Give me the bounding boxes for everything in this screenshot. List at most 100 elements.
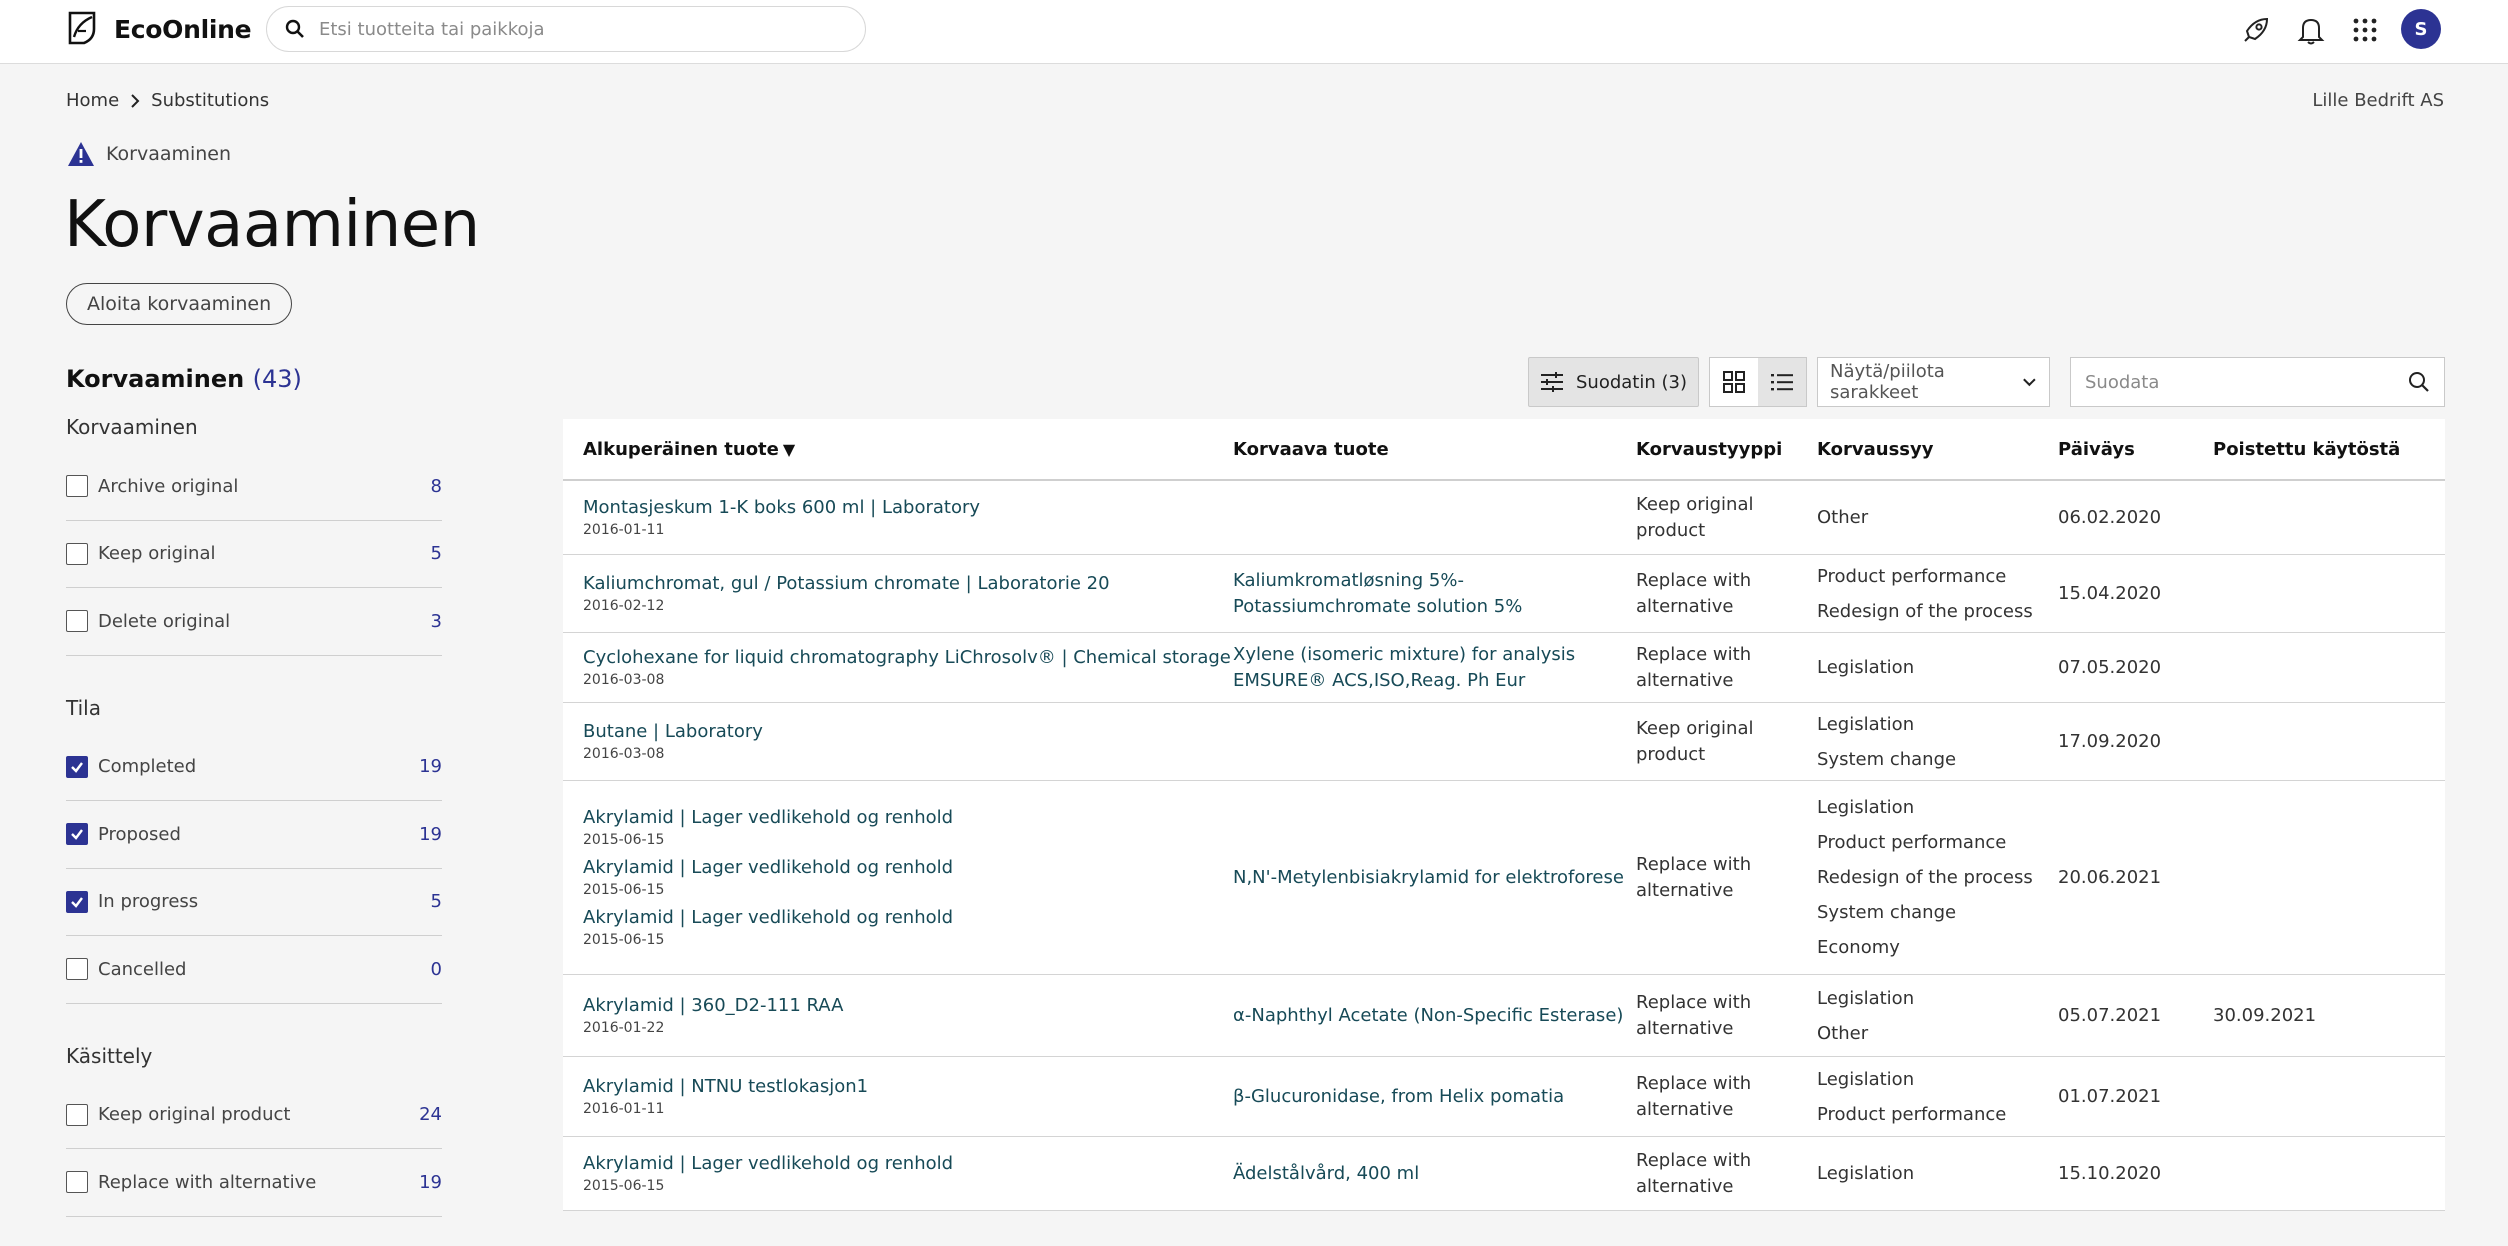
cell-removed — [2213, 1137, 2445, 1210]
grid-view-button[interactable] — [1710, 358, 1758, 406]
substitution-type: Replace with alternative — [1636, 1072, 1752, 1120]
original-product-date: 2015-06-15 — [583, 831, 665, 848]
logo[interactable]: EcoOnline — [64, 9, 252, 49]
table-row[interactable]: Akrylamid | 360_D2-111 RAA 2016-01-22 α-Na… — [563, 975, 2445, 1057]
filter-button[interactable]: Suodatin (3) — [1528, 357, 1699, 407]
checkbox[interactable] — [66, 610, 88, 633]
facet-group-title: Tila — [66, 695, 101, 720]
reason-item: Product performance — [1817, 832, 2007, 853]
checkbox[interactable] — [66, 542, 88, 565]
cell-date: 20.06.2021 — [2058, 781, 2213, 974]
facet-option[interactable]: Archive original 8 — [66, 453, 442, 521]
breadcrumb-current[interactable]: Substitutions — [151, 90, 269, 111]
facet-option[interactable]: Cancelled 0 — [66, 936, 442, 1004]
facet-option[interactable]: In progress 5 — [66, 869, 442, 936]
global-search[interactable] — [266, 6, 866, 52]
search-icon[interactable] — [2408, 371, 2430, 393]
original-product-link[interactable]: Akrylamid | Lager vedlikehold og renhold — [583, 906, 1233, 930]
substitute-product-link[interactable]: Kaliumkromatløsning 5%- Potassiumchromat… — [1233, 568, 1636, 620]
cell-substitute: β-Glucuronidase, from Helix pomatia — [1233, 1057, 1636, 1136]
original-product-link[interactable]: Akrylamid | NTNU testlokasjon1 — [583, 1075, 1233, 1099]
table-row[interactable]: Kaliumchromat, gul / Potassium chromate … — [563, 555, 2445, 633]
column-header-original[interactable]: Alkuperäinen tuote ▼ — [563, 439, 1233, 460]
facet-option[interactable]: Keep original 5 — [66, 521, 442, 588]
cell-removed — [2213, 555, 2445, 632]
checkbox[interactable] — [66, 755, 88, 778]
substitute-product-link[interactable]: Ädelstålvård, 400 ml — [1233, 1161, 1636, 1187]
original-product-link[interactable]: Butane | Laboratory — [583, 720, 1233, 744]
breadcrumb-home[interactable]: Home — [66, 90, 119, 111]
facet-option[interactable]: Keep original product 24 — [66, 1082, 442, 1149]
start-substitution-button[interactable]: Aloita korvaaminen — [66, 283, 293, 325]
substitute-product-link[interactable]: Xylene (isomeric mixture) for analysis E… — [1233, 642, 1636, 694]
substitute-product-link[interactable]: β-Glucuronidase, from Helix pomatia — [1233, 1084, 1636, 1110]
reason-item: Legislation — [1817, 1163, 1915, 1184]
global-search-input[interactable] — [319, 18, 839, 40]
reason-item: Product performance — [1817, 1103, 2007, 1125]
original-product-link[interactable]: Montasjeskum 1-K boks 600 ml | Laborator… — [583, 496, 1233, 520]
substitution-type: Replace with alternative — [1636, 853, 1752, 901]
cell-reason: Legislation — [1817, 1137, 2058, 1210]
substitution-date: 15.04.2020 — [2058, 582, 2162, 604]
cell-type: Keep original product — [1636, 481, 1817, 554]
user-avatar[interactable]: S — [2401, 9, 2441, 49]
cell-reason: Other — [1817, 481, 2058, 554]
cell-reason: Legislation — [1817, 633, 2058, 702]
facet-group-title: Käsittely — [66, 1043, 153, 1068]
checkbox[interactable] — [66, 1171, 88, 1194]
column-header-reason[interactable]: Korvaussyy — [1817, 439, 2058, 460]
column-header-removed[interactable]: Poistettu käytöstä — [2213, 439, 2445, 460]
substitution-type: Replace with alternative — [1636, 569, 1752, 617]
table-row[interactable]: Butane | Laboratory 2016-03-08 Keep origin… — [563, 703, 2445, 781]
cell-removed — [2213, 633, 2445, 702]
checkbox[interactable] — [66, 475, 88, 498]
chevron-down-icon — [2023, 378, 2036, 387]
cell-original: Akrylamid | Lager vedlikehold og renhold… — [563, 1137, 1233, 1210]
breadcrumb: Home Substitutions — [66, 90, 269, 111]
cell-removed — [2213, 703, 2445, 780]
columns-select[interactable]: Näytä/piilota sarakkeet — [1817, 357, 2050, 407]
facet-option-label-wrap: Keep original — [66, 542, 215, 565]
substitute-product-link[interactable]: α-Naphthyl Acetate (Non-Specific Esteras… — [1233, 1003, 1636, 1029]
original-product-link[interactable]: Akrylamid | Lager vedlikehold og renhold — [583, 806, 1233, 830]
cell-reason: Legislation Product performance Redesign o… — [1817, 781, 2058, 974]
table-filter[interactable] — [2070, 357, 2445, 407]
column-header-substitute[interactable]: Korvaava tuote — [1233, 439, 1636, 460]
facet-option[interactable]: Delete original 3 — [66, 588, 442, 656]
checkbox[interactable] — [66, 1103, 88, 1126]
substitute-product-link[interactable]: N,N'-Metylenbisiakrylamid for elektrofor… — [1233, 865, 1636, 891]
reason-item: Other — [1817, 507, 1869, 528]
substitution-type: Replace with alternative — [1636, 991, 1752, 1039]
bell-icon[interactable] — [2293, 12, 2329, 48]
facet-option-label: Completed — [98, 756, 197, 778]
table-row[interactable]: Akrylamid | Lager vedlikehold og renhold… — [563, 781, 2445, 975]
facet-option[interactable]: Completed 19 — [66, 734, 442, 801]
column-header-type[interactable]: Korvaustyyppi — [1636, 439, 1817, 460]
original-product-link[interactable]: Kaliumchromat, gul / Potassium chromate … — [583, 572, 1233, 596]
checkbox[interactable] — [66, 890, 88, 913]
original-product-link[interactable]: Akrylamid | Lager vedlikehold og renhold — [583, 1152, 1233, 1176]
checkbox[interactable] — [66, 958, 88, 981]
cell-substitute: N,N'-Metylenbisiakrylamid for elektrofor… — [1233, 781, 1636, 974]
original-product-link[interactable]: Cyclohexane for liquid chromatography Li… — [583, 646, 1233, 670]
section-label-text: Korvaaminen — [106, 143, 232, 165]
list-view-button[interactable] — [1758, 358, 1806, 406]
table-filter-input[interactable] — [2085, 371, 2385, 393]
page-title: Korvaaminen — [64, 188, 480, 262]
rocket-icon[interactable] — [2238, 12, 2274, 48]
apps-grid-icon[interactable] — [2347, 12, 2383, 48]
original-product-link[interactable]: Akrylamid | 360_D2-111 RAA — [583, 994, 1233, 1018]
original-product-link[interactable]: Akrylamid | Lager vedlikehold og renhold — [583, 856, 1233, 880]
cell-original: Akrylamid | Lager vedlikehold og renhold… — [563, 781, 1233, 974]
table-row[interactable]: Montasjeskum 1-K boks 600 ml | Laborator… — [563, 481, 2445, 555]
facet-option[interactable]: Proposed 19 — [66, 801, 442, 869]
checkbox[interactable] — [66, 823, 88, 846]
table-row[interactable]: Akrylamid | NTNU testlokasjon1 2016-01-11… — [563, 1057, 2445, 1137]
facet-option[interactable]: Replace with alternative 19 — [66, 1149, 442, 1217]
table-row[interactable]: Cyclohexane for liquid chromatography Li… — [563, 633, 2445, 703]
cell-original: Akrylamid | 360_D2-111 RAA 2016-01-22 — [563, 975, 1233, 1056]
table-row[interactable]: Akrylamid | Lager vedlikehold og renhold… — [563, 1137, 2445, 1211]
original-product-date: 2016-01-22 — [583, 1019, 665, 1036]
cell-date: 07.05.2020 — [2058, 633, 2213, 702]
column-header-date[interactable]: Päiväys — [2058, 439, 2213, 460]
